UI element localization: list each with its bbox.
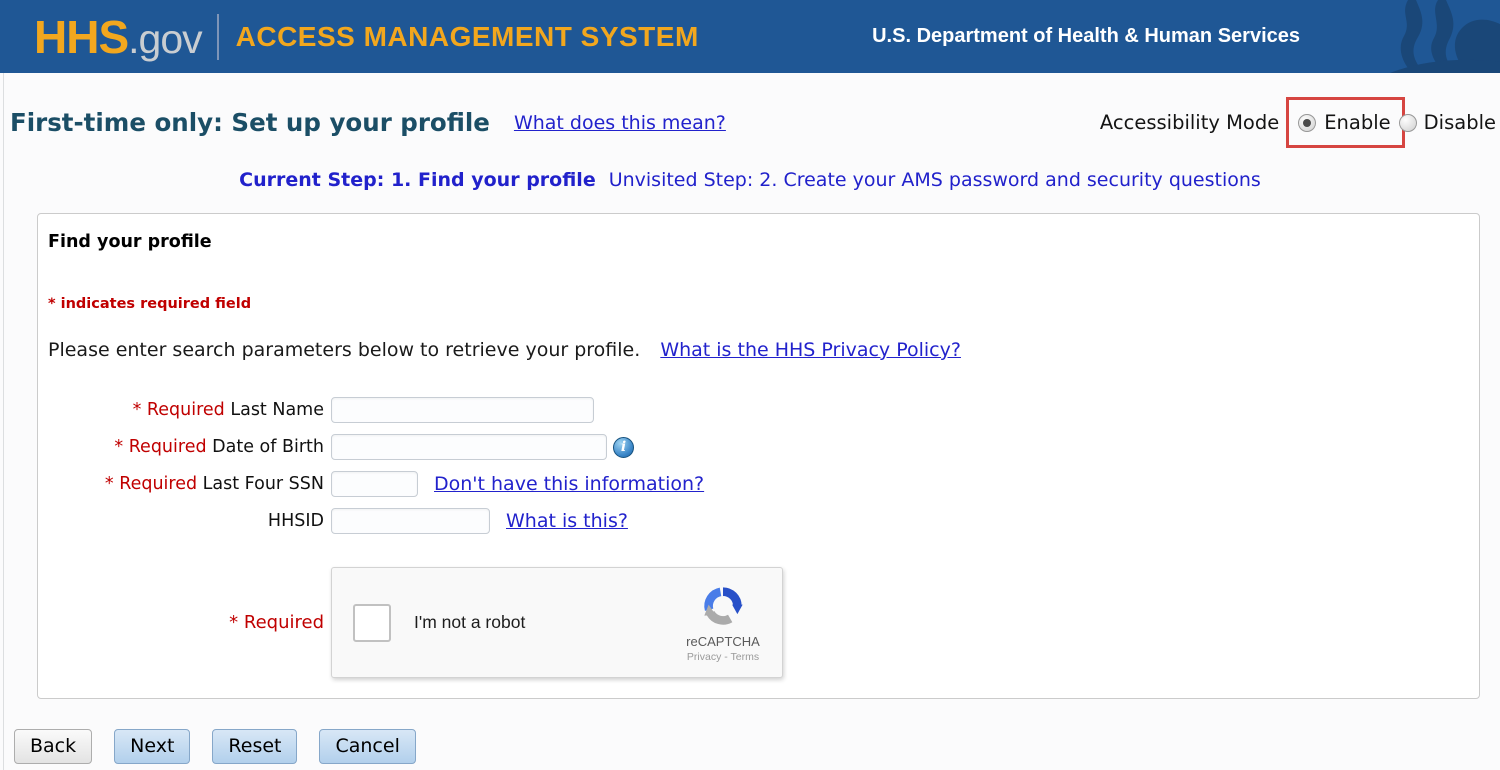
last-name-row: * Required Last Name [48, 397, 1467, 423]
instructions-text: Please enter search parameters below to … [48, 339, 640, 361]
step-indicator: Current Step: 1. Find your profile Unvisi… [0, 169, 1500, 191]
next-button[interactable]: Next [114, 729, 190, 764]
hhsid-input[interactable] [331, 508, 490, 534]
last-four-ssn-label: * Required Last Four SSN [48, 474, 324, 494]
date-of-birth-label: * Required Date of Birth [48, 437, 324, 457]
recaptcha-icon [700, 583, 746, 629]
profile-search-form: * Required Last Name * Required Date of … [48, 397, 1467, 534]
last-name-input[interactable] [331, 397, 594, 423]
last-four-ssn-row: * Required Last Four SSN Don't have this… [48, 471, 1467, 497]
logo-gov-text: .gov [128, 16, 202, 63]
date-of-birth-row: * Required Date of Birth i [48, 434, 1467, 460]
recaptcha-label: I'm not a robot [414, 612, 525, 633]
enable-radio[interactable] [1298, 114, 1316, 132]
cancel-button[interactable]: Cancel [319, 729, 415, 764]
what-is-this-link[interactable]: What is this? [506, 510, 628, 532]
recaptcha-brand: reCAPTCHA Privacy - Terms [677, 583, 769, 663]
current-step-label: Current Step: 1. Find your profile [239, 169, 596, 191]
accessibility-mode-control: Accessibility Mode Enable Disable [1100, 97, 1496, 148]
hhsid-label: HHSID [48, 511, 324, 531]
enable-highlight-box: Enable [1286, 97, 1404, 148]
info-icon[interactable]: i [613, 437, 634, 458]
hhsid-row: HHSID What is this? [48, 508, 1467, 534]
find-profile-panel: Find your profile * indicates required f… [37, 213, 1480, 699]
enable-label[interactable]: Enable [1324, 111, 1390, 134]
last-name-label: * Required Last Name [48, 400, 324, 420]
captcha-row: * Required I'm not a robot reCAPTCHA Pri… [48, 567, 1467, 678]
last-four-ssn-input[interactable] [331, 471, 418, 497]
recaptcha-wordmark: reCAPTCHA [677, 634, 769, 649]
reset-button[interactable]: Reset [212, 729, 297, 764]
hhs-gov-logo[interactable]: HHS .gov [34, 10, 202, 64]
header-divider [217, 14, 219, 60]
accessibility-mode-label: Accessibility Mode [1100, 111, 1279, 134]
privacy-policy-link[interactable]: What is the HHS Privacy Policy? [660, 339, 961, 361]
app-header: HHS .gov ACCESS MANAGEMENT SYSTEM U.S. D… [0, 0, 1500, 73]
required-field-note: * indicates required field [48, 296, 1467, 312]
hhs-eagle-watermark [1350, 0, 1500, 73]
page-left-edge [3, 73, 4, 770]
page-title-row: First-time only: Set up your profile Wha… [10, 97, 1496, 148]
dont-have-info-link[interactable]: Don't have this information? [434, 473, 704, 495]
unvisited-step-label: Unvisited Step: 2. Create your AMS passw… [609, 169, 1261, 191]
page-title: First-time only: Set up your profile [10, 108, 490, 137]
required-marker: * Required [133, 400, 225, 420]
required-marker: * Required [105, 474, 197, 494]
logo-hhs-text: HHS [34, 10, 128, 64]
disable-label[interactable]: Disable [1424, 111, 1496, 134]
recaptcha-checkbox[interactable] [353, 604, 391, 642]
date-of-birth-input[interactable] [331, 434, 607, 460]
back-button[interactable]: Back [14, 729, 92, 764]
action-buttons: Back Next Reset Cancel [14, 729, 1500, 764]
app-title: ACCESS MANAGEMENT SYSTEM [236, 21, 699, 53]
captcha-required-marker: * Required [48, 612, 324, 633]
required-marker: * Required [114, 437, 206, 457]
department-title: U.S. Department of Health & Human Servic… [872, 25, 1300, 48]
panel-title: Find your profile [48, 232, 1467, 252]
what-does-this-mean-link[interactable]: What does this mean? [514, 112, 726, 134]
recaptcha-widget: I'm not a robot reCAPTCHA Privacy - Term… [331, 567, 783, 678]
disable-radio[interactable] [1399, 114, 1417, 132]
recaptcha-privacy-terms[interactable]: Privacy - Terms [677, 651, 769, 663]
